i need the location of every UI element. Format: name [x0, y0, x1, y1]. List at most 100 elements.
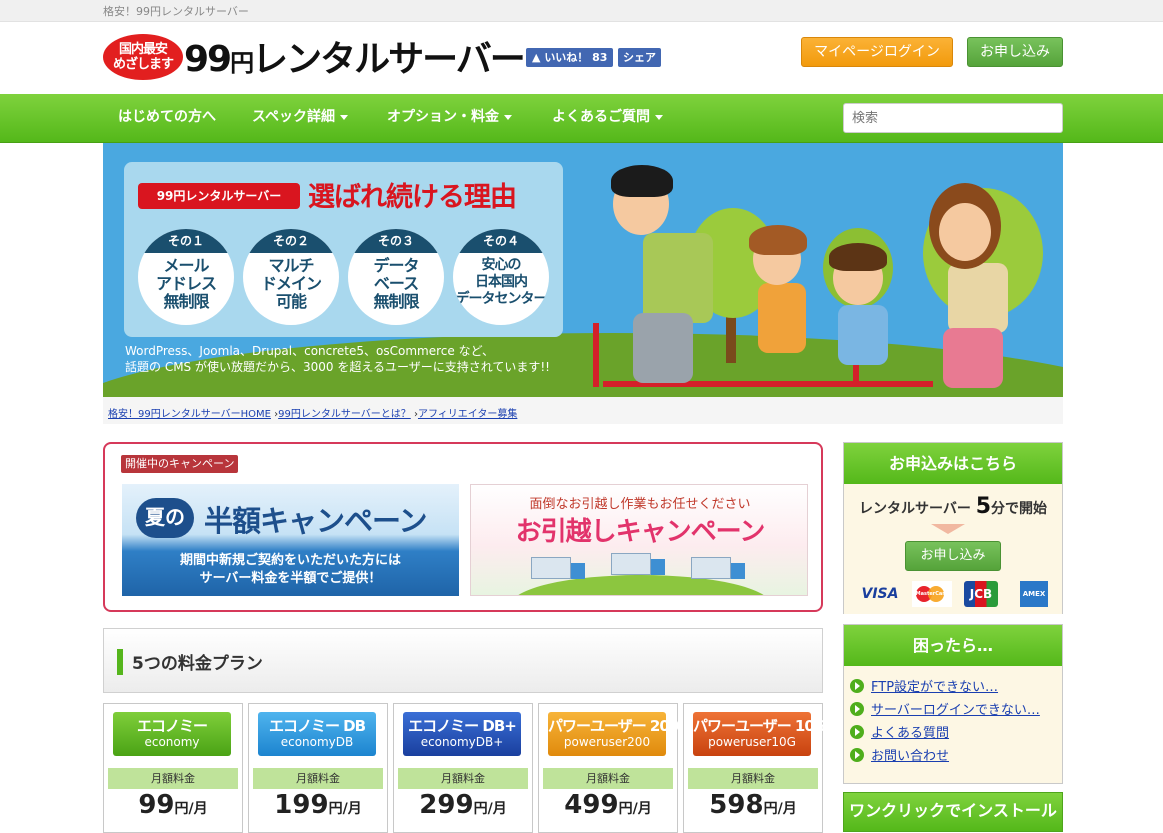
arrow-down-icon	[931, 524, 965, 534]
logo-yen: 円	[230, 49, 254, 77]
moving-campaign-subtitle: 面倒なお引越し作業もお任せください	[529, 497, 751, 512]
arrow-circle-icon	[850, 702, 864, 716]
help-link-label: サーバーログインできない…	[871, 703, 1040, 718]
help-link-label: お問い合わせ	[871, 749, 950, 764]
visa-icon: VISA	[861, 586, 899, 602]
help-links: FTP設定ができない… サーバーログインできない… よくある質問 お問い合わせ	[844, 666, 1062, 783]
breadcrumb-about-link[interactable]: 99円レンタルサーバーとは？	[278, 409, 411, 420]
plan-price-unit: 円/月	[328, 801, 362, 817]
section-accent-bar	[117, 649, 123, 675]
breadcrumb-affiliate-link[interactable]: アフィリエイター募集	[418, 409, 517, 420]
plan-name-badge: エコノミー DB+ economyDB+	[403, 712, 521, 756]
help-link-faq[interactable]: よくある質問	[850, 722, 1062, 745]
moving-campaign-banner[interactable]: 面倒なお引越し作業もお任せください お引越しキャンペーン	[470, 484, 808, 596]
mypage-login-button[interactable]: マイページログイン	[801, 37, 953, 67]
moving-campaign-title: お引越しキャンペーン	[515, 517, 766, 547]
plan-code: economy	[144, 735, 200, 749]
plan-price-value: 99	[138, 790, 175, 820]
thumbs-up-icon: ▲	[532, 51, 541, 64]
logo-badge-line2: めざします	[112, 57, 174, 72]
plan-price: 299円/月	[394, 790, 532, 820]
nav-item-specs[interactable]: スペック詳細	[252, 94, 349, 143]
search-input[interactable]	[843, 103, 1063, 133]
summer-campaign-title: 半額キャンペーン	[204, 504, 428, 538]
hero-reasons-panel: 99円レンタルサーバー 選ばれ続ける理由 その１ メール アドレス 無制限 その…	[124, 162, 563, 337]
apply-tagline-number: 5	[975, 494, 992, 519]
plan-card-economydb[interactable]: エコノミー DB economyDB 月額料金 199円/月	[248, 703, 388, 833]
summer-half-price-banner[interactable]: 夏の 半額キャンペーン 期間中新規ご契約をいただいた方には サーバー料金を半額で…	[122, 484, 459, 596]
help-link-ftp[interactable]: FTP設定ができない…	[850, 676, 1062, 699]
plan-name-badge: エコノミー economy	[113, 712, 231, 756]
plan-name: パワーユーザー 200	[548, 717, 679, 735]
site-logo[interactable]: 99円レンタルサーバー	[184, 39, 526, 83]
plan-card-poweruser200[interactable]: パワーユーザー 200 poweruser200 月額料金 499円/月	[538, 703, 679, 833]
apply-tagline-post: 分で開始	[991, 501, 1048, 517]
reason-text: データ ベース 無制限	[373, 256, 419, 311]
facebook-share-button[interactable]: シェア	[618, 48, 661, 67]
plan-monthly-label: 月額料金	[688, 768, 818, 789]
plan-price-value: 598	[709, 790, 764, 820]
reason-circle-datacenter: その４ 安心の 日本国内 データセンター	[453, 229, 549, 325]
nav-item-beginners[interactable]: はじめての方へ	[118, 94, 216, 143]
logo-name: レンタルサーバー	[252, 39, 526, 80]
campaign-box: 開催中のキャンペーン 夏の 半額キャンペーン 期間中新規ご契約をいただいた方には…	[103, 442, 823, 612]
plan-name-badge: パワーユーザー 200 poweruser200	[548, 712, 679, 756]
hero-banner[interactable]: 99円レンタルサーバー 選ばれ続ける理由 その１ メール アドレス 無制限 その…	[103, 143, 1063, 397]
girl-illustration	[743, 223, 823, 393]
nav-item-options-pricing[interactable]: オプション・料金	[387, 94, 512, 143]
hero-tag: 99円レンタルサーバー	[138, 183, 300, 209]
help-sidebar-title: 困ったら…	[844, 625, 1062, 666]
plan-monthly-label: 月額料金	[253, 768, 383, 789]
plan-card-poweruser10g[interactable]: パワーユーザー 10G poweruser10G 月額料金 598円/月	[683, 703, 826, 833]
logo-number: 99	[184, 39, 232, 80]
plan-card-economy[interactable]: エコノミー economy 月額料金 99円/月	[103, 703, 243, 833]
plan-price-unit: 円/月	[763, 801, 797, 817]
plan-price-unit: 円/月	[174, 801, 208, 817]
caret-down-icon	[504, 114, 512, 120]
hero-caption: WordPress、Joomla、Drupal、concrete5、osComm…	[125, 344, 550, 374]
mastercard-icon: MasterCard	[912, 581, 952, 607]
reason-circle-domain: その２ マルチ ドメイン 可能	[243, 229, 339, 325]
campaign-label: 開催中のキャンペーン	[121, 455, 239, 473]
caret-down-icon	[655, 114, 663, 120]
plan-code: economyDB	[280, 735, 354, 749]
reason-number: その４	[453, 229, 549, 253]
plan-price: 199円/月	[249, 790, 387, 820]
plan-card-economydb-plus[interactable]: エコノミー DB+ economyDB+ 月額料金 299円/月	[393, 703, 533, 833]
father-illustration	[603, 163, 733, 397]
reason-text: メール アドレス 無制限	[155, 256, 217, 311]
facebook-like-button[interactable]: ▲ いいね！ 83	[526, 48, 614, 67]
site-tagline: 格安！99円レンタルサーバー	[103, 5, 249, 18]
help-link-label: FTP設定ができない…	[871, 680, 999, 695]
breadcrumb-home-link[interactable]: 格安！99円レンタルサーバーHOME	[108, 409, 271, 420]
hero-title: 選ばれ続ける理由	[308, 182, 517, 213]
caret-down-icon	[340, 114, 349, 120]
plan-code: economyDB+	[420, 735, 504, 749]
sidebar-apply-button[interactable]: お申し込み	[905, 541, 1001, 571]
truck-icon	[691, 557, 747, 583]
mastercard-label: MasterCard	[915, 591, 949, 597]
logo-badge[interactable]: 国内最安 めざします	[103, 34, 183, 80]
apply-sidebar-body: レンタルサーバー 5分で開始 お申し込み VISA MasterCard JCB…	[844, 484, 1062, 614]
facebook-like-label: いいね！ 83	[544, 51, 608, 64]
plan-monthly-label: 月額料金	[108, 768, 238, 789]
plan-code: poweruser10G	[708, 735, 796, 749]
truck-icon	[531, 557, 587, 583]
help-link-server-login[interactable]: サーバーログインできない…	[850, 699, 1062, 722]
help-link-contact[interactable]: お問い合わせ	[850, 745, 1062, 768]
reason-circle-database: その３ データ ベース 無制限	[348, 229, 444, 325]
help-sidebar-box: 困ったら… FTP設定ができない… サーバーログインできない… よくある質問 お…	[843, 624, 1063, 784]
plan-price: 99円/月	[104, 790, 242, 820]
apply-tagline: レンタルサーバー 5分で開始	[844, 494, 1062, 519]
plan-name: エコノミー DB	[268, 717, 366, 735]
plan-price-value: 299	[419, 790, 474, 820]
reason-number: その２	[243, 229, 339, 253]
nav-item-faq[interactable]: よくあるご質問	[552, 94, 663, 143]
nav-item-label: オプション・料金	[387, 109, 499, 125]
nav-item-label: はじめての方へ	[118, 109, 216, 125]
help-link-label: よくある質問	[871, 726, 950, 741]
truck-icon	[611, 553, 667, 579]
summer-badge: 夏の	[136, 498, 194, 538]
plan-price: 598円/月	[684, 790, 822, 820]
header-apply-button[interactable]: お申し込み	[967, 37, 1063, 67]
